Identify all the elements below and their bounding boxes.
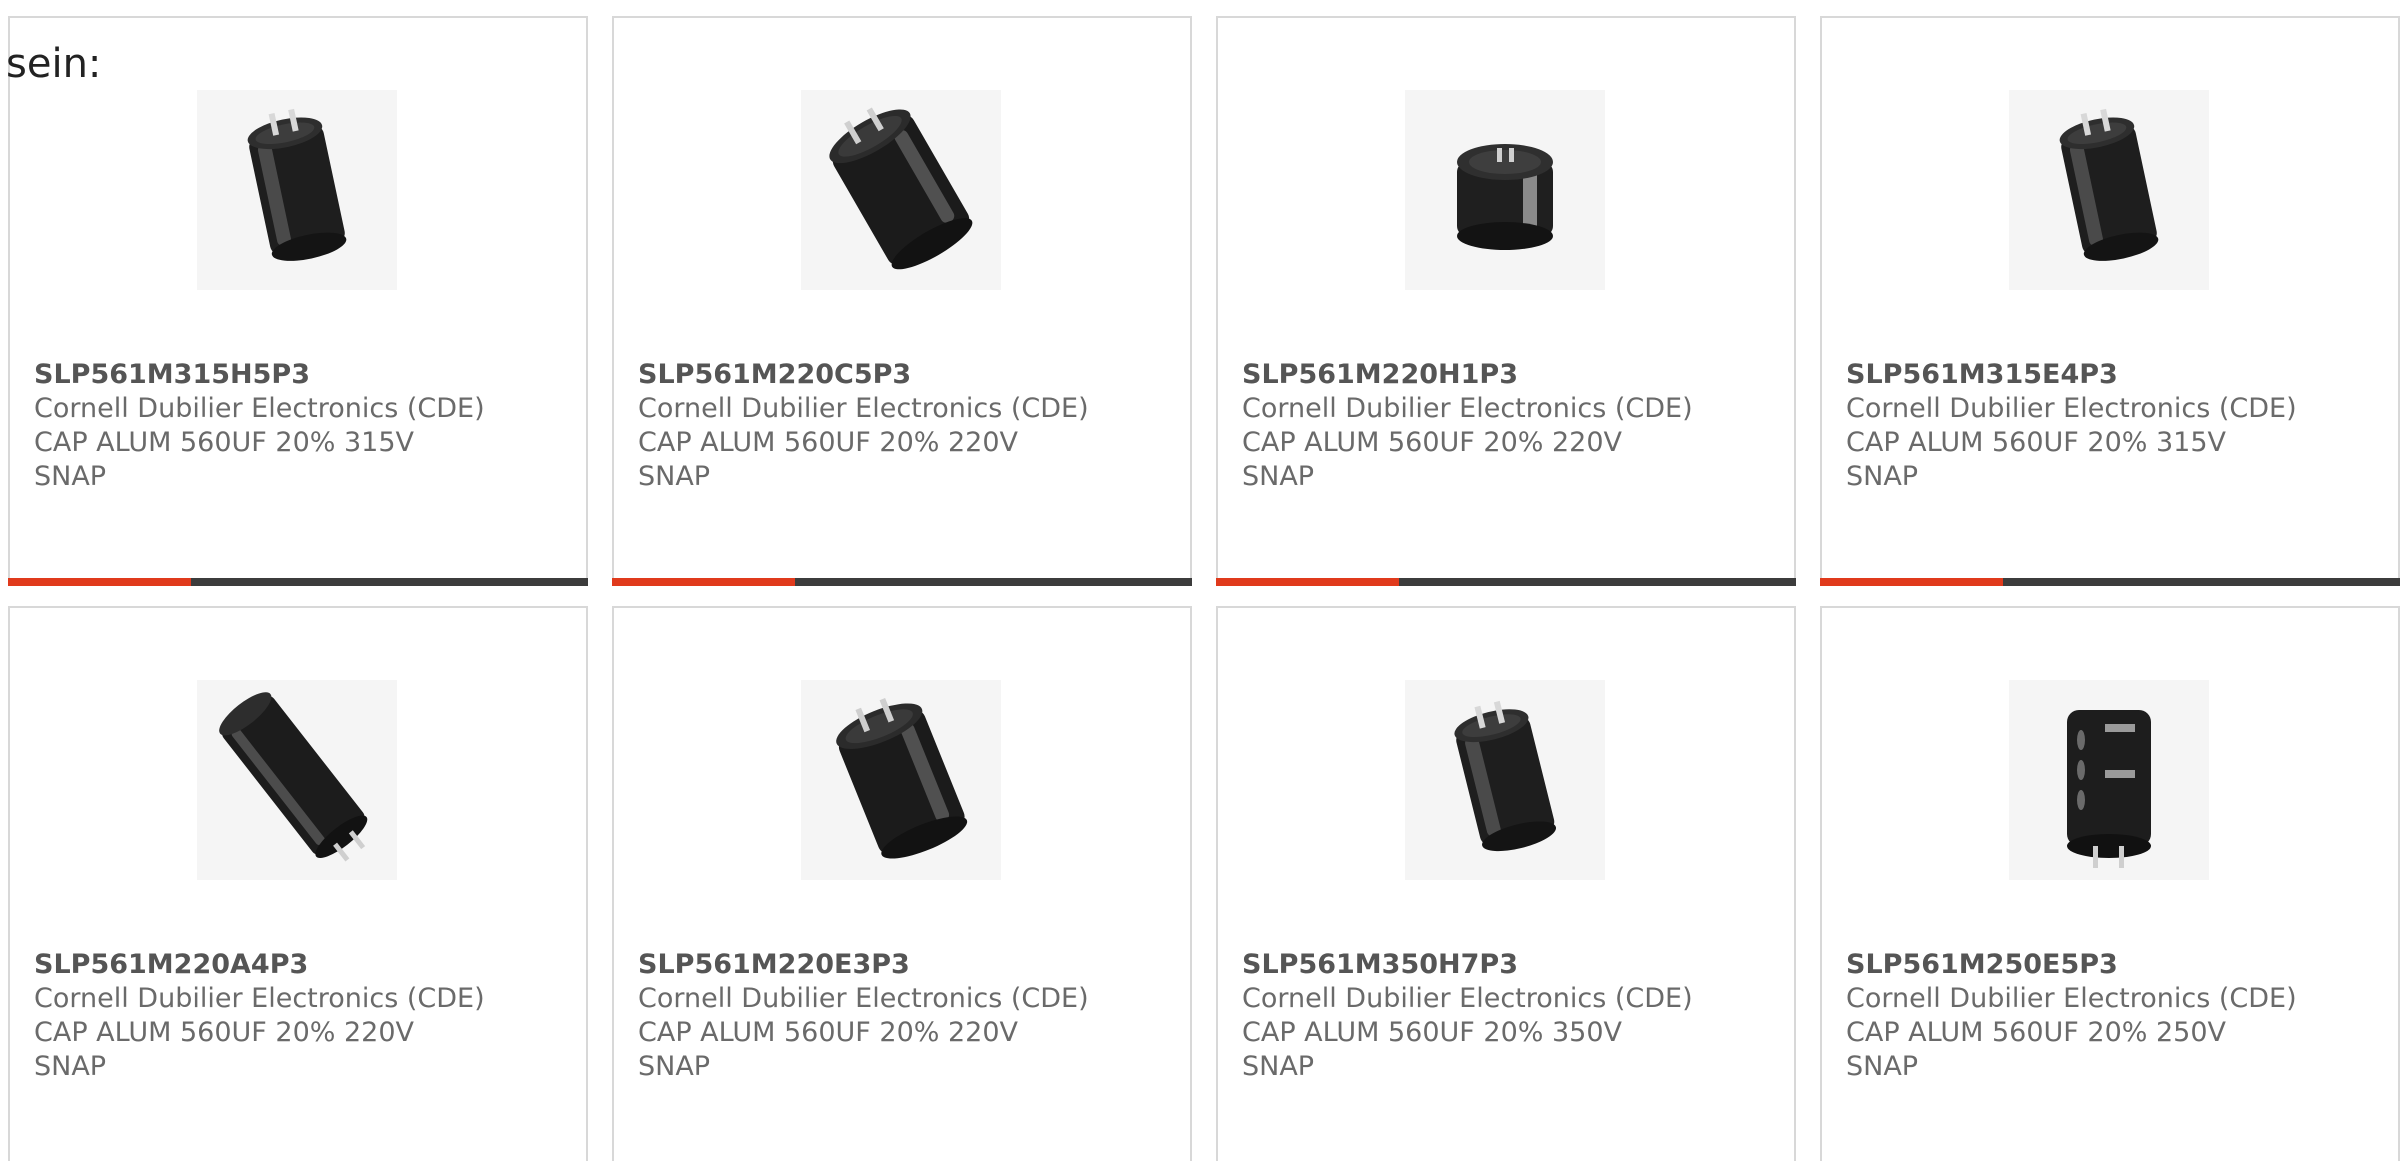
card-footer-bar bbox=[1820, 578, 2400, 586]
product-card[interactable]: SLP561M250E5P3 Cornell Dubilier Electron… bbox=[1820, 606, 2400, 1161]
capacitor-short-icon bbox=[1405, 90, 1605, 290]
product-card[interactable]: SLP561M220C5P3 Cornell Dubilier Electron… bbox=[612, 16, 1192, 586]
product-info: SLP561M220A4P3 Cornell Dubilier Electron… bbox=[34, 948, 554, 1084]
product-card[interactable]: SLP561M315H5P3 Cornell Dubilier Electron… bbox=[8, 16, 588, 586]
capacitor-tilted-icon bbox=[801, 680, 1001, 880]
product-info: SLP561M250E5P3 Cornell Dubilier Electron… bbox=[1846, 948, 2366, 1084]
manufacturer: Cornell Dubilier Electronics (CDE) bbox=[1846, 983, 2297, 1014]
product-info: SLP561M315H5P3 Cornell Dubilier Electron… bbox=[34, 358, 554, 494]
package: SNAP bbox=[1846, 461, 1919, 492]
package: SNAP bbox=[34, 1051, 107, 1082]
package: SNAP bbox=[1242, 1051, 1315, 1082]
manufacturer: Cornell Dubilier Electronics (CDE) bbox=[638, 393, 1089, 424]
capacitor-upright-icon bbox=[2009, 90, 2209, 290]
capacitor-tilted-icon bbox=[801, 90, 1001, 290]
part-number[interactable]: SLP561M315E4P3 bbox=[1846, 358, 2366, 392]
description: CAP ALUM 560UF 20% 220V bbox=[638, 1017, 1019, 1048]
manufacturer: Cornell Dubilier Electronics (CDE) bbox=[638, 983, 1089, 1014]
package: SNAP bbox=[1846, 1051, 1919, 1082]
product-card[interactable]: SLP561M220H1P3 Cornell Dubilier Electron… bbox=[1216, 16, 1796, 586]
product-info: SLP561M220C5P3 Cornell Dubilier Electron… bbox=[638, 358, 1158, 494]
card-accent-bar bbox=[8, 578, 191, 586]
card-footer-bar bbox=[8, 578, 588, 586]
description: CAP ALUM 560UF 20% 220V bbox=[34, 1017, 415, 1048]
product-info: SLP561M315E4P3 Cornell Dubilier Electron… bbox=[1846, 358, 2366, 494]
package: SNAP bbox=[638, 461, 711, 492]
package: SNAP bbox=[34, 461, 107, 492]
product-info: SLP561M220E3P3 Cornell Dubilier Electron… bbox=[638, 948, 1158, 1084]
package: SNAP bbox=[1242, 461, 1315, 492]
package: SNAP bbox=[638, 1051, 711, 1082]
description: CAP ALUM 560UF 20% 220V bbox=[1242, 427, 1623, 458]
card-footer-bar bbox=[612, 578, 1192, 586]
product-card[interactable]: SLP561M220E3P3 Cornell Dubilier Electron… bbox=[612, 606, 1192, 1161]
capacitor-upright-icon bbox=[197, 90, 397, 290]
product-card[interactable]: SLP561M315E4P3 Cornell Dubilier Electron… bbox=[1820, 16, 2400, 586]
description: CAP ALUM 560UF 20% 350V bbox=[1242, 1017, 1623, 1048]
description: CAP ALUM 560UF 20% 250V bbox=[1846, 1017, 2227, 1048]
card-accent-bar bbox=[612, 578, 795, 586]
manufacturer: Cornell Dubilier Electronics (CDE) bbox=[34, 983, 485, 1014]
part-number[interactable]: SLP561M315H5P3 bbox=[34, 358, 554, 392]
manufacturer: Cornell Dubilier Electronics (CDE) bbox=[1846, 393, 2297, 424]
description: CAP ALUM 560UF 20% 315V bbox=[1846, 427, 2227, 458]
manufacturer: Cornell Dubilier Electronics (CDE) bbox=[1242, 393, 1693, 424]
part-number[interactable]: SLP561M250E5P3 bbox=[1846, 948, 2366, 982]
description: CAP ALUM 560UF 20% 315V bbox=[34, 427, 415, 458]
product-card[interactable]: SLP561M350H7P3 Cornell Dubilier Electron… bbox=[1216, 606, 1796, 1161]
capacitor-long-icon bbox=[197, 680, 397, 880]
part-number[interactable]: SLP561M350H7P3 bbox=[1242, 948, 1762, 982]
card-footer-bar bbox=[1216, 578, 1796, 586]
manufacturer: Cornell Dubilier Electronics (CDE) bbox=[34, 393, 485, 424]
product-info: SLP561M350H7P3 Cornell Dubilier Electron… bbox=[1242, 948, 1762, 1084]
part-number[interactable]: SLP561M220H1P3 bbox=[1242, 358, 1762, 392]
card-accent-bar bbox=[1820, 578, 2003, 586]
description: CAP ALUM 560UF 20% 220V bbox=[638, 427, 1019, 458]
part-number[interactable]: SLP561M220A4P3 bbox=[34, 948, 554, 982]
capacitor-front-icon bbox=[2009, 680, 2209, 880]
part-number[interactable]: SLP561M220C5P3 bbox=[638, 358, 1158, 392]
part-number[interactable]: SLP561M220E3P3 bbox=[638, 948, 1158, 982]
manufacturer: Cornell Dubilier Electronics (CDE) bbox=[1242, 983, 1693, 1014]
product-info: SLP561M220H1P3 Cornell Dubilier Electron… bbox=[1242, 358, 1762, 494]
capacitor-upright-icon bbox=[1405, 680, 1605, 880]
card-accent-bar bbox=[1216, 578, 1399, 586]
intro-text: sein: bbox=[6, 41, 102, 87]
product-card[interactable]: SLP561M220A4P3 Cornell Dubilier Electron… bbox=[8, 606, 588, 1161]
product-grid-page: sein: SLP561M315H5P3 Cornell Dubilier El… bbox=[0, 0, 2400, 1161]
